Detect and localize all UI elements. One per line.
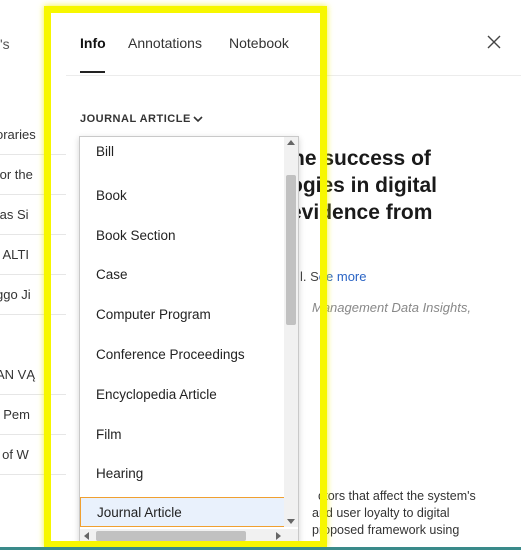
dropdown-option-hearing[interactable]: Hearing xyxy=(80,455,285,491)
dropdown-option-conference-proceedings[interactable]: Conference Proceedings xyxy=(80,336,285,372)
dropdown-horizontal-scrollbar[interactable] xyxy=(80,529,285,543)
item-type-dropdown[interactable]: Bill Book Book Section Case Computer Pro… xyxy=(79,136,299,544)
list-item[interactable]: tas Si xyxy=(0,195,66,235)
list-item[interactable]: for the xyxy=(0,155,66,195)
dropdown-options: Bill Book Book Section Case Computer Pro… xyxy=(80,137,285,527)
scroll-thumb-horizontal[interactable] xyxy=(96,531,246,541)
tab-notebook[interactable]: Notebook xyxy=(229,35,289,51)
item-pane-tabs: Info Annotations Notebook xyxy=(66,0,521,76)
list-item[interactable]: ' of W xyxy=(0,435,66,475)
dropdown-option-case[interactable]: Case xyxy=(80,256,285,292)
active-tab-indicator xyxy=(80,71,105,73)
chevron-down-icon xyxy=(193,116,203,123)
list-item[interactable]: ı ALTI xyxy=(0,235,66,275)
list-item[interactable]: ggo Ji xyxy=(0,275,66,315)
dropdown-option-journal-article[interactable]: Journal Article xyxy=(80,497,285,527)
tab-annotations[interactable]: Annotations xyxy=(128,35,202,51)
scroll-left-arrow-icon[interactable] xyxy=(84,532,89,540)
dropdown-option-encyclopedia-article[interactable]: Encyclopedia Article xyxy=(80,376,285,412)
item-list-panel: 's oraries for the tas Si ı ALTI ggo Ji … xyxy=(0,0,66,550)
list-item[interactable]: ı Pem xyxy=(0,395,66,435)
item-type-select[interactable]: JOURNAL ARTICLE xyxy=(80,113,203,125)
dropdown-vertical-scrollbar[interactable] xyxy=(284,137,298,527)
close-icon[interactable] xyxy=(487,35,501,49)
dropdown-option-computer-program[interactable]: Computer Program xyxy=(80,296,285,332)
breadcrumb: 's xyxy=(0,36,10,52)
tab-info[interactable]: Info xyxy=(80,35,106,51)
scroll-down-arrow-icon[interactable] xyxy=(287,519,295,524)
see-more-link[interactable]: ee more xyxy=(319,269,367,284)
item-type-label: JOURNAL ARTICLE xyxy=(80,113,191,125)
list-item[interactable]: oraries xyxy=(0,115,66,155)
scroll-right-arrow-icon[interactable] xyxy=(276,532,281,540)
dropdown-option-book[interactable]: Book xyxy=(80,177,285,213)
list-item[interactable]: AN VĄ xyxy=(0,355,66,395)
scroll-up-arrow-icon[interactable] xyxy=(287,140,295,145)
dropdown-option-book-section[interactable]: Book Section xyxy=(80,217,285,253)
scroll-thumb[interactable] xyxy=(286,175,296,325)
dropdown-option-bill[interactable]: Bill xyxy=(80,137,285,165)
dropdown-option-film[interactable]: Film xyxy=(80,416,285,452)
scrollbar-corner xyxy=(284,529,298,543)
